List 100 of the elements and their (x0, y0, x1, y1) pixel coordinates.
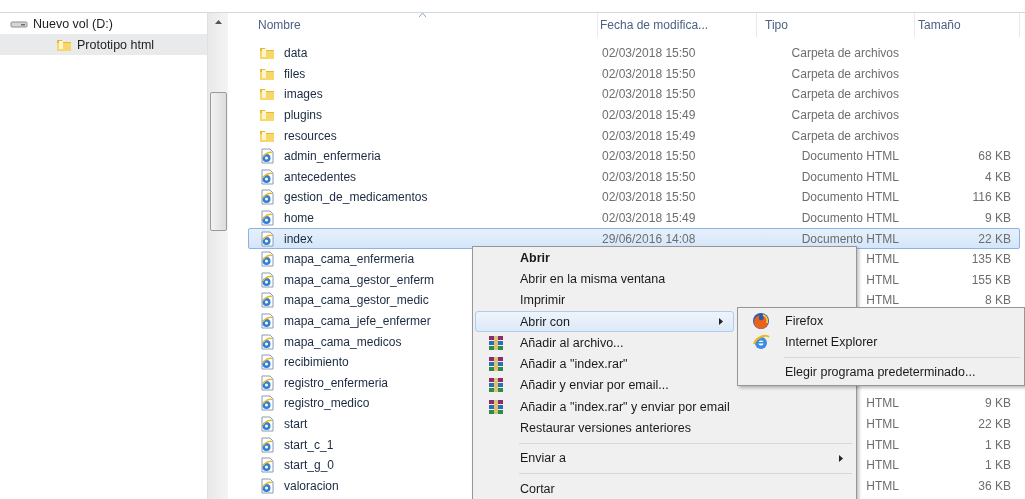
type-text: Documento HTML (801, 190, 899, 205)
menu-item[interactable]: Añadir a "index.rar" y enviar por email (475, 396, 854, 418)
archive-stack-icon (487, 356, 505, 373)
size-text: 9 KB (985, 211, 1011, 226)
menu-item[interactable]: Abrir con (475, 310, 734, 333)
file-name[interactable]: start_c_1 (284, 437, 334, 452)
file-name[interactable]: recibimiento (284, 355, 349, 370)
tree-item[interactable]: Prototipo html (0, 34, 207, 55)
column-header[interactable]: Nombre (248, 13, 598, 37)
type-text: Carpeta de archivos (791, 87, 899, 102)
size-text: 9 KB (985, 396, 1011, 411)
file-name[interactable]: plugins (284, 108, 323, 123)
type-text: Carpeta de archivos (791, 66, 899, 81)
tree-item[interactable]: Nuevo vol (D:) (0, 13, 207, 34)
web-page-icon (259, 477, 275, 494)
file-name[interactable]: valoracion (284, 478, 339, 493)
menu-item[interactable]: Imprimir (475, 289, 854, 311)
size-text: 36 KB (978, 478, 1011, 493)
file-name[interactable]: images (284, 87, 323, 102)
file-name[interactable]: gestion_de_medicamentos (284, 190, 428, 205)
menu-item[interactable]: Internet Explorer (740, 331, 1022, 353)
web-page-icon (259, 416, 275, 432)
web-page-icon (259, 333, 275, 350)
file-name[interactable]: home (284, 211, 315, 226)
size-text: 22 KB (978, 231, 1011, 246)
folder-icon (259, 66, 275, 81)
column-header[interactable]: Fecha de modifica... (598, 13, 757, 37)
menu-item[interactable]: Enviar a (475, 447, 854, 469)
column-header[interactable]: Tipo (757, 13, 915, 37)
type-text: Documento HTML (801, 211, 899, 226)
date-text: 02/03/2018 15:50 (602, 87, 696, 102)
file-name[interactable]: mapa_cama_enfermeria (284, 252, 415, 267)
file-name[interactable]: index (284, 231, 313, 246)
scroll-thumb[interactable] (209, 92, 227, 231)
folder-icon (56, 37, 72, 52)
date-text: 02/03/2018 15:50 (602, 190, 696, 205)
date-text: 02/03/2018 15:50 (602, 46, 696, 61)
date-text: 02/03/2018 15:49 (602, 128, 696, 143)
menu-item[interactable]: Cortar (475, 477, 854, 499)
menu-item[interactable]: Abrir en la misma ventana (475, 268, 854, 290)
menu-item[interactable]: Restaurar versiones anteriores (475, 417, 854, 439)
file-name[interactable]: antecedentes (284, 169, 357, 184)
scroll-up-icon[interactable] (214, 20, 222, 24)
file-name[interactable]: mapa_cama_gestor_enferm (284, 272, 435, 287)
type-text: HTML (866, 458, 899, 473)
date-text: 02/03/2018 15:50 (602, 66, 696, 81)
web-page-icon (259, 292, 275, 309)
scroll-bar[interactable] (207, 13, 228, 499)
web-page-icon (259, 210, 275, 227)
size-text: 22 KB (978, 417, 1011, 431)
file-name[interactable]: admin_enfermeria (284, 149, 381, 164)
size-text: 1 KB (985, 437, 1011, 452)
web-page-icon (259, 230, 275, 247)
menu-item[interactable]: Elegir programa predeterminado... (740, 361, 1022, 383)
web-page-icon (259, 189, 275, 206)
type-text: Carpeta de archivos (791, 128, 899, 143)
file-name[interactable]: registro_medico (284, 396, 370, 411)
file-name[interactable]: resources (284, 128, 337, 143)
selected-row[interactable]: index 29/06/2016 14:08 Documento HTML 22 KB (248, 228, 1020, 249)
date-text: 02/03/2018 15:50 (602, 149, 696, 164)
type-text: Carpeta de archivos (791, 108, 899, 123)
web-page-icon (259, 271, 275, 288)
web-page-icon (259, 457, 275, 474)
file-name[interactable]: data (284, 46, 308, 61)
browser-e-icon (752, 332, 770, 351)
type-text: Documento HTML (801, 149, 899, 164)
file-name[interactable]: mapa_cama_medicos (284, 334, 402, 349)
size-text: 4 KB (985, 169, 1011, 184)
type-text: HTML (866, 417, 899, 431)
size-text: 135 KB (971, 252, 1011, 267)
menu-item[interactable]: Firefox (740, 310, 1022, 332)
column-header[interactable]: Tamaño (915, 13, 1020, 37)
type-text: HTML (866, 252, 899, 267)
file-name[interactable]: start (284, 417, 308, 431)
type-text: HTML (866, 396, 899, 411)
type-text: HTML (866, 272, 899, 287)
date-text: 29/06/2016 14:08 (602, 231, 696, 246)
drive-icon (10, 19, 28, 28)
web-page-icon (259, 168, 275, 185)
file-name[interactable]: start_g_0 (284, 458, 335, 473)
folder-icon (259, 128, 275, 143)
size-text: 8 KB (985, 293, 1011, 308)
menu-item[interactable]: Abrir (475, 247, 854, 269)
globe-fox-icon (752, 311, 770, 330)
file-name[interactable]: mapa_cama_gestor_medic (284, 293, 429, 308)
type-text: HTML (866, 293, 899, 308)
file-name[interactable]: mapa_cama_jefe_enfermer (284, 314, 431, 328)
size-text: 1 KB (985, 458, 1011, 473)
archive-stack-icon (487, 334, 505, 351)
date-text: 02/03/2018 15:49 (602, 211, 696, 226)
size-text: 155 KB (971, 272, 1011, 287)
web-page-icon (259, 354, 275, 371)
file-name[interactable]: files (284, 66, 306, 81)
type-text: Documento HTML (801, 231, 899, 246)
web-page-icon (259, 313, 275, 329)
file-name[interactable]: registro_enfermeria (284, 375, 389, 390)
web-page-icon (259, 436, 275, 453)
folder-icon (259, 87, 275, 102)
date-text: 02/03/2018 15:50 (602, 169, 696, 184)
type-text: HTML (866, 478, 899, 493)
